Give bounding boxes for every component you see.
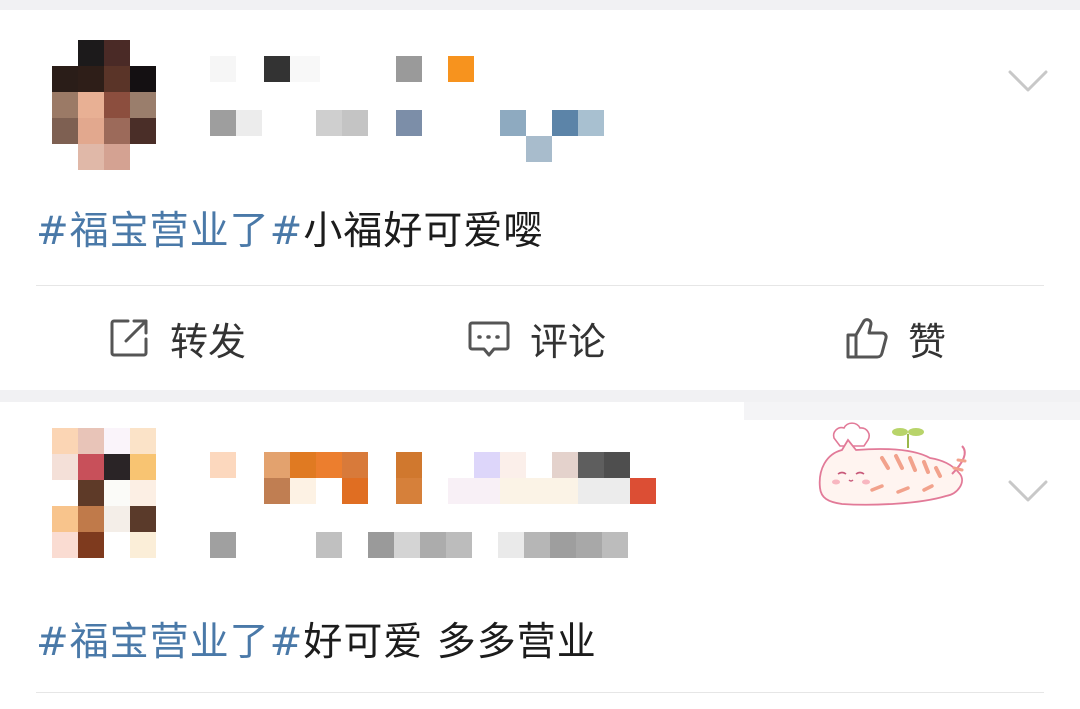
avatar[interactable] (52, 428, 156, 558)
username-redacted[interactable] (210, 452, 690, 504)
username-redacted[interactable] (210, 56, 510, 82)
comment-button[interactable]: 评论 (466, 314, 606, 364)
cat-sticker-icon (812, 418, 972, 518)
divider (36, 285, 1044, 286)
post-meta-redacted (210, 110, 630, 162)
share-square-arrow-icon (110, 319, 148, 357)
thumbs-up-icon (846, 318, 888, 359)
speech-bubble-icon (468, 321, 510, 357)
hashtag-link[interactable]: #福宝营业了# (36, 209, 303, 254)
post-meta-redacted (210, 532, 650, 558)
comment-label: 评论 (530, 319, 607, 364)
repost-label: 转发 (170, 319, 247, 364)
post-body: 小福好可爱嘤 (303, 209, 544, 254)
post-text: #福宝营业了#小福好可爱嘤 (36, 200, 543, 256)
hashtag-link[interactable]: #福宝营业了# (36, 620, 303, 665)
repost-button[interactable]: 转发 (106, 314, 246, 364)
like-label: 赞 (908, 319, 947, 364)
like-button[interactable]: 赞 (844, 314, 946, 364)
chevron-down-icon[interactable] (1008, 66, 1048, 96)
post-body: 好可爱 多多营业 (303, 620, 597, 665)
divider (36, 692, 1044, 693)
post-text: #福宝营业了#好可爱 多多营业 (36, 611, 597, 667)
feed: #福宝营业了#小福好可爱嘤 转发 评论 赞 #福宝营业了#好可爱 多多营业 (0, 0, 1080, 709)
chevron-down-icon[interactable] (1008, 476, 1048, 506)
avatar[interactable] (52, 40, 156, 170)
